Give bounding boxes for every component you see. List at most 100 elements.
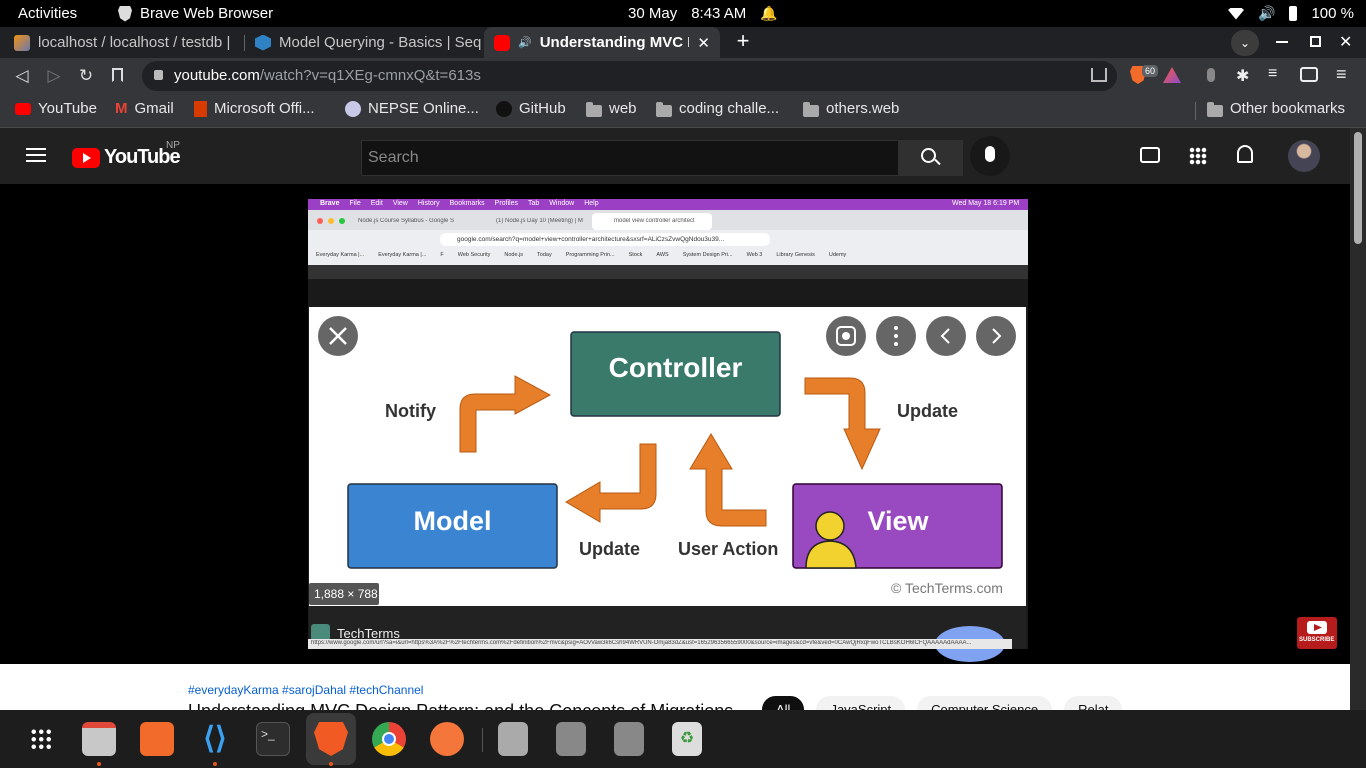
- search-icon: [921, 148, 936, 163]
- tab-title: Understanding MVC De: [539, 34, 690, 51]
- search-button[interactable]: [899, 140, 963, 176]
- bookmark-label: Microsoft Offi...: [214, 100, 315, 117]
- inner-bookmark: Udemy: [828, 252, 847, 258]
- bookmark-github[interactable]: GitHub: [496, 100, 566, 117]
- tab-phpmyadmin[interactable]: localhost / localhost / testdb |: [4, 27, 244, 58]
- youtube-logo[interactable]: YouTube: [72, 146, 181, 169]
- inner-menu-item: View: [392, 200, 408, 207]
- hamburger-menu-icon[interactable]: [26, 148, 46, 162]
- subscribe-watermark[interactable]: SUBSCRIBE: [1299, 637, 1334, 643]
- dock: ⟨⟩ >_ ♻: [0, 710, 1366, 768]
- video-title: Understanding MVC Design Pattern: and th…: [188, 701, 733, 710]
- vscode-icon[interactable]: ⟨⟩: [198, 722, 232, 756]
- bookmark-label: GitHub: [519, 100, 566, 117]
- inner-bookmark: F: [440, 252, 444, 258]
- bookmark-youtube[interactable]: YouTube: [15, 100, 97, 117]
- text-editor-icon[interactable]: [498, 722, 528, 756]
- files-icon[interactable]: [82, 722, 116, 756]
- menu-icon[interactable]: ≡: [1336, 64, 1347, 85]
- address-bar[interactable]: youtube.com/watch?v=q1XEg-cmnxQ&t=613s: [142, 61, 1117, 91]
- close-window-button[interactable]: ✕: [1339, 32, 1352, 52]
- update-bottom-label: Update: [579, 539, 641, 559]
- app-menu[interactable]: Brave Web Browser: [118, 5, 273, 22]
- show-apps-icon[interactable]: [30, 728, 52, 750]
- url-path: /watch?v=q1XEg-cmnxQ&t=613s: [259, 67, 481, 84]
- wifi-icon: [1228, 7, 1245, 20]
- system-tray[interactable]: 🔊 100 %: [1228, 5, 1354, 22]
- terminal-icon[interactable]: >_: [256, 722, 290, 756]
- tab-sequelize[interactable]: Model Querying - Basics | Seq: [245, 27, 483, 58]
- chip-all[interactable]: All: [762, 696, 805, 710]
- inner-bookmark: Everyday Karma |...: [378, 252, 427, 258]
- controller-label: Controller: [608, 352, 743, 383]
- hashtags[interactable]: #everydayKarma #sarojDahal #techChannel: [188, 683, 423, 697]
- region-code: NP: [166, 140, 180, 151]
- extensions-icon[interactable]: ✱: [1236, 66, 1249, 86]
- postman-icon[interactable]: [430, 722, 464, 756]
- trash-icon[interactable]: ♻: [672, 722, 702, 756]
- bookmark-folder-others-web[interactable]: others.web: [803, 100, 899, 117]
- credit-label: © TechTerms.com: [891, 580, 1003, 596]
- brave-rewards-icon[interactable]: [1163, 67, 1181, 83]
- wallet-icon[interactable]: [1300, 67, 1318, 82]
- disk-icon-2[interactable]: [614, 722, 644, 756]
- folder-icon: [1207, 102, 1223, 117]
- chip-computer-science[interactable]: Computer Science: [917, 696, 1053, 710]
- media-controls-icon[interactable]: ≡: [1268, 65, 1277, 83]
- phpmyadmin-icon: [14, 34, 30, 51]
- new-tab-button[interactable]: +: [732, 30, 754, 53]
- search-input[interactable]: Search: [361, 140, 899, 176]
- close-tab-icon[interactable]: ✕: [697, 34, 710, 52]
- inner-menu-item: File: [349, 200, 361, 207]
- bookmark-icon[interactable]: [112, 68, 123, 82]
- clock[interactable]: 30 May 8:43 AM 🔔: [628, 5, 778, 22]
- view-label: View: [867, 506, 929, 536]
- forward-button[interactable]: ▷: [44, 66, 64, 86]
- back-button[interactable]: ◁: [12, 66, 32, 86]
- chip-javascript[interactable]: JavaScript: [816, 696, 906, 710]
- inner-bookmark: Today: [537, 252, 552, 258]
- video-info: #everydayKarma #sarojDahal #techChannel …: [0, 664, 1350, 710]
- app-name: Brave Web Browser: [140, 5, 274, 22]
- inner-menu-item: Window: [549, 200, 575, 207]
- page-scrollbar[interactable]: [1350, 128, 1366, 710]
- inner-menu-item: Tab: [528, 200, 540, 207]
- chrome-icon[interactable]: [372, 722, 406, 756]
- bookmark-label: Other bookmarks: [1230, 100, 1346, 117]
- disk-icon[interactable]: [556, 722, 586, 756]
- tab-strip: localhost / localhost / testdb | Model Q…: [0, 27, 1366, 58]
- notify-label: Notify: [385, 401, 436, 421]
- video-player[interactable]: Brave File Edit View History Bookmarks P…: [0, 184, 1350, 664]
- create-video-icon[interactable]: [1140, 147, 1160, 163]
- apps-grid-icon[interactable]: [1189, 147, 1207, 165]
- inner-tab: (1) Node.js Day 10 (Meeting) | M: [496, 218, 583, 224]
- notifications-bell-icon[interactable]: [1237, 145, 1253, 163]
- bookmark-folder-web[interactable]: web: [586, 100, 637, 117]
- bookmark-nepse[interactable]: NEPSE Online...: [345, 100, 479, 117]
- software-store-icon[interactable]: [140, 722, 174, 756]
- voice-search-button[interactable]: [970, 136, 1010, 176]
- maximize-button[interactable]: [1310, 36, 1321, 47]
- install-app-icon[interactable]: [1091, 68, 1107, 82]
- youtube-header: YouTube NP Search: [0, 128, 1350, 184]
- reload-button[interactable]: ↻: [76, 66, 96, 86]
- bookmark-gmail[interactable]: M Gmail: [115, 100, 174, 117]
- tab-youtube-active[interactable]: 🔊 Understanding MVC De ✕: [484, 27, 720, 58]
- bookmark-microsoft-office[interactable]: Microsoft Offi...: [194, 100, 315, 117]
- chip-related[interactable]: Relat: [1064, 696, 1123, 710]
- avatar[interactable]: [1288, 140, 1320, 172]
- bookmark-label: Gmail: [134, 100, 174, 117]
- scrollbar-thumb[interactable]: [1354, 132, 1362, 244]
- inner-menu-item: History: [417, 200, 440, 207]
- inner-tab: Node.js Course Syllabus - Google S: [358, 218, 455, 224]
- tab-search-button[interactable]: ⌄: [1231, 30, 1259, 56]
- vpn-icon[interactable]: [1207, 68, 1215, 82]
- inner-bookmarks: Everyday Karma |... Everyday Karma |... …: [316, 252, 1021, 258]
- other-bookmarks[interactable]: Other bookmarks: [1207, 100, 1345, 117]
- bookmarks-separator: [1195, 102, 1196, 120]
- running-indicator: [97, 762, 101, 766]
- activities-button[interactable]: Activities: [18, 5, 77, 22]
- minimize-button[interactable]: [1276, 41, 1288, 43]
- bookmarks-bar: YouTube M Gmail Microsoft Offi... NEPSE O…: [0, 93, 1366, 128]
- bookmark-folder-coding[interactable]: coding challe...: [656, 100, 779, 117]
